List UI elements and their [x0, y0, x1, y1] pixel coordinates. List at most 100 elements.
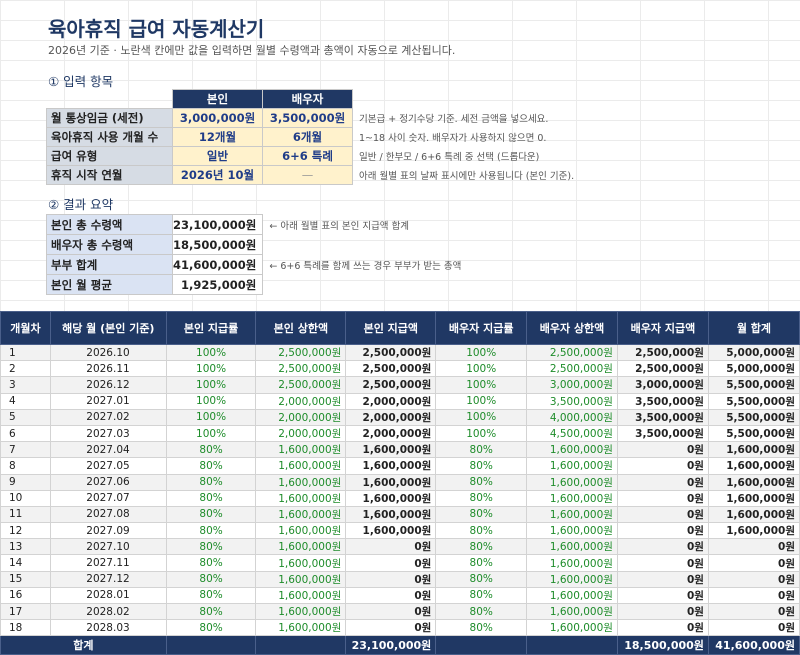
cell-spouse-cap: 2,500,000원 — [526, 343, 618, 362]
cell-month-sum: 5,500,000원 — [707, 376, 800, 394]
cell-spouse-rate: 80% — [435, 538, 528, 556]
table-row: 5 2027.02 100% 2,000,000원 2,000,000원 100% 4,00… — [0, 408, 800, 426]
cell-spouse-pay: 0원 — [616, 570, 709, 588]
cell-spouse-rate: 80% — [435, 570, 528, 588]
cell-self-pay: 0원 — [345, 586, 437, 605]
cell-self-cap: 2,000,000원 — [255, 392, 347, 410]
cell-self-pay: 0원 — [345, 602, 437, 621]
cell-self-cap: 1,600,000원 — [255, 619, 347, 637]
table-row: 4 2027.01 100% 2,000,000원 2,000,000원 100% 3,50… — [0, 392, 800, 410]
cell-self-rate: 100% — [165, 408, 257, 426]
cell-month-index: 3 — [0, 376, 51, 394]
cell-self-cap: 1,600,000원 — [255, 457, 347, 475]
table-row: 7 2027.04 80% 1,600,000원 1,600,000원 80% 1,600,… — [0, 441, 800, 459]
table-row: 6 2027.03 100% 2,000,000원 2,000,000원 100% 4,50… — [0, 424, 800, 443]
cell-month-label: 2027.12 — [49, 570, 167, 588]
input-months-spouse-cell[interactable]: 6개월 — [262, 127, 353, 147]
result-value-couple-total: 41,600,000원 — [171, 254, 264, 275]
cell-month-sum: 0원 — [707, 570, 800, 588]
cell-spouse-pay: 0원 — [616, 441, 709, 459]
cell-self-rate: 80% — [165, 522, 257, 540]
monthly-total-row: 합계 23,100,000원 18,500,000원 41,600,000원 — [0, 635, 800, 655]
cell-month-label: 2028.01 — [49, 586, 167, 605]
cell-self-pay: 0원 — [345, 538, 437, 556]
input-months-self-cell[interactable]: 12개월 — [172, 127, 263, 147]
input-wage-self-cell[interactable]: 3,000,000원 — [172, 108, 263, 128]
input-col-spouse: 배우자 — [262, 89, 353, 109]
table-row: 11 2027.08 80% 1,600,000원 1,600,000원 80% 1,600… — [0, 505, 800, 524]
cell-self-rate: 80% — [165, 441, 257, 459]
cell-self-cap: 2,500,000원 — [255, 360, 347, 378]
cell-spouse-cap: 4,500,000원 — [526, 424, 618, 443]
monthly-total-empty-rate — [165, 635, 257, 655]
result-table: 본인 총 수령액 23,100,000원 ← 아래 월별 표의 본인 지급액 합… — [46, 214, 462, 295]
table-row: 17 2028.02 80% 1,600,000원 0원 80% 1,600,000원 0원 0… — [0, 602, 800, 621]
cell-self-cap: 2,000,000원 — [255, 408, 347, 426]
cell-self-cap: 1,600,000원 — [255, 441, 347, 459]
input-type-self-dropdown[interactable]: 일반 — [172, 146, 263, 166]
cell-self-pay: 2,000,000원 — [345, 408, 437, 426]
monthly-table-body: 1 2026.10 100% 2,500,000원 2,500,000원 100% 2,50… — [0, 343, 800, 637]
header-spouse-cap: 배우자 상한액 — [526, 311, 618, 345]
header-self-rate: 본인 지급률 — [165, 311, 257, 345]
cell-spouse-cap: 1,600,000원 — [526, 538, 618, 556]
input-wage-spouse-cell[interactable]: 3,500,000원 — [262, 108, 353, 128]
cell-month-index: 14 — [0, 554, 51, 572]
cell-spouse-rate: 100% — [435, 408, 528, 426]
cell-month-index: 2 — [0, 360, 51, 378]
cell-spouse-pay: 0원 — [616, 473, 709, 491]
cell-month-sum: 5,500,000원 — [707, 408, 800, 426]
result-section-heading: ② 결과 요약 — [48, 197, 114, 212]
cell-spouse-pay: 0원 — [616, 538, 709, 556]
cell-month-label: 2027.11 — [49, 554, 167, 572]
table-row: 18 2028.03 80% 1,600,000원 0원 80% 1,600,000원 0원 0… — [0, 619, 800, 637]
cell-spouse-rate: 80% — [435, 619, 528, 637]
cell-month-sum: 1,600,000원 — [707, 457, 800, 475]
cell-spouse-rate: 80% — [435, 441, 528, 459]
cell-spouse-pay: 0원 — [616, 554, 709, 572]
input-start-self-cell[interactable]: 2026년 10월 — [172, 165, 263, 185]
cell-spouse-cap: 1,600,000원 — [526, 602, 618, 621]
input-label-wage: 월 통상임금 (세전) — [46, 108, 173, 128]
cell-spouse-pay: 0원 — [616, 619, 709, 637]
result-note-self-total: ← 아래 월별 표의 본인 지급액 합계 — [269, 220, 410, 232]
input-note-wage: 기본급 + 정기수당 기준. 세전 금액을 넣으세요. — [359, 114, 549, 125]
cell-self-pay: 2,000,000원 — [345, 424, 437, 443]
table-row: 8 2027.05 80% 1,600,000원 1,600,000원 80% 1,600,… — [0, 457, 800, 475]
cell-self-cap: 1,600,000원 — [255, 586, 347, 605]
input-type-spouse-dropdown[interactable]: 6+6 특례 — [262, 146, 353, 166]
result-value-self-average: 1,925,000원 — [171, 274, 264, 295]
cell-self-cap: 1,600,000원 — [255, 538, 347, 556]
cell-month-index: 15 — [0, 570, 51, 588]
cell-month-label: 2027.06 — [49, 473, 167, 491]
cell-spouse-cap: 3,500,000원 — [526, 392, 618, 410]
cell-self-cap: 2,000,000원 — [255, 424, 347, 443]
cell-self-pay: 1,600,000원 — [345, 522, 437, 540]
cell-spouse-rate: 80% — [435, 457, 528, 475]
table-row: 13 2027.10 80% 1,600,000원 0원 80% 1,600,000원 0원 0… — [0, 538, 800, 556]
cell-spouse-pay: 0원 — [616, 489, 709, 507]
table-row: 12 2027.09 80% 1,600,000원 1,600,000원 80% 1,600… — [0, 522, 800, 540]
cell-month-label: 2027.10 — [49, 538, 167, 556]
cell-month-label: 2026.11 — [49, 360, 167, 378]
cell-spouse-cap: 1,600,000원 — [526, 473, 618, 491]
cell-spouse-rate: 80% — [435, 522, 528, 540]
table-row: 3 2026.12 100% 2,500,000원 2,500,000원 100% 3,00… — [0, 376, 800, 394]
monthly-total-empty-spouse-cap — [526, 635, 618, 655]
input-header-row: 본인 배우자 — [47, 89, 575, 109]
input-label-start: 휴직 시작 연월 — [46, 165, 173, 185]
cell-spouse-cap: 1,600,000원 — [526, 570, 618, 588]
result-label-self-total: 본인 총 수령액 — [46, 214, 173, 235]
result-note-self-average — [263, 275, 462, 295]
table-row: 1 2026.10 100% 2,500,000원 2,500,000원 100% 2,50… — [0, 343, 800, 362]
cell-self-rate: 100% — [165, 376, 257, 394]
cell-month-label: 2027.05 — [49, 457, 167, 475]
cell-spouse-pay: 0원 — [616, 505, 709, 524]
cell-month-index: 11 — [0, 505, 51, 524]
input-row-months: 육아휴직 사용 개월 수 12개월 6개월 1~18 사이 숫자. 배우자가 사… — [46, 127, 575, 147]
cell-month-index: 7 — [0, 441, 51, 459]
cell-spouse-rate: 100% — [435, 376, 528, 394]
cell-spouse-cap: 1,600,000원 — [526, 489, 618, 507]
page-title: 육아휴직 급여 자동계산기 — [48, 17, 265, 41]
input-start-spouse-cell: — — [262, 165, 353, 185]
